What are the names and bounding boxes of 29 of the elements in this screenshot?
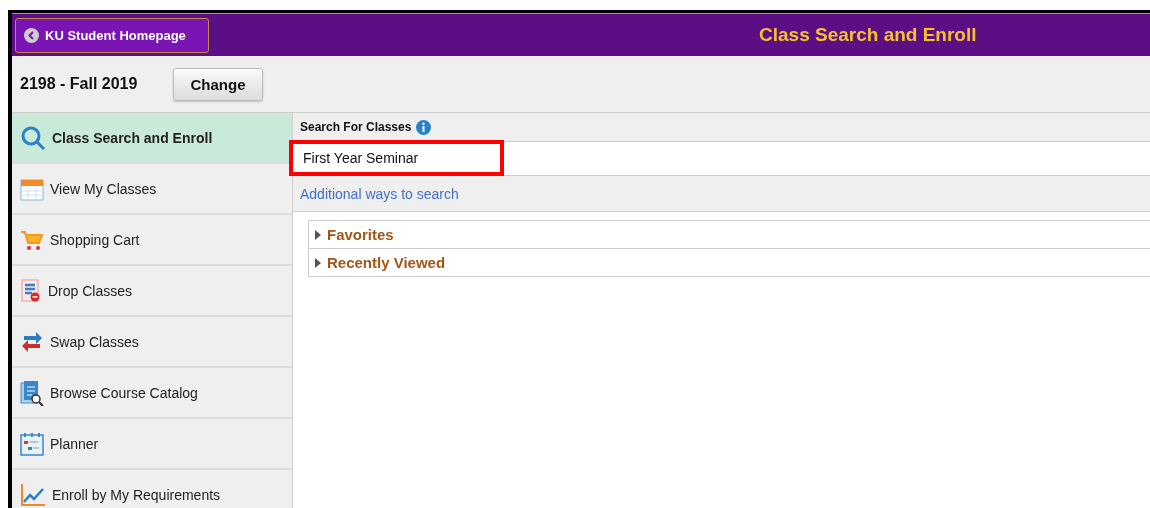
swap-icon	[20, 329, 44, 354]
drop-icon	[20, 278, 42, 303]
cart-icon	[20, 228, 44, 251]
back-button[interactable]: KU Student Homepage	[15, 17, 209, 53]
search-field[interactable]: First Year Seminar	[289, 140, 504, 176]
sidebar-item[interactable]: Class Search and Enroll	[12, 113, 292, 164]
sidebar-item-label: Enroll by My Requirements	[52, 486, 221, 503]
sidebar-item-label: Class Search and Enroll	[52, 129, 213, 146]
sidebar-item-label: Browse Course Catalog	[50, 384, 198, 401]
sidebar-item-label: Planner	[50, 435, 99, 452]
sidebar-item-label: View My Classes	[50, 180, 157, 197]
additional-search-link[interactable]: Additional ways to search	[300, 185, 459, 202]
catalog-icon	[20, 379, 44, 406]
sidebar-item-label: Shopping Cart	[50, 231, 140, 248]
collapsible-section[interactable]: Recently Viewed	[309, 248, 1150, 276]
chart-icon	[20, 482, 46, 507]
search-icon	[20, 124, 46, 151]
page-title: Class Search and Enroll	[759, 24, 977, 46]
collapsible-section[interactable]: Favorites	[309, 221, 1150, 248]
section-label: Recently Viewed	[327, 254, 446, 271]
info-icon[interactable]	[416, 119, 432, 135]
section-heading: Search For Classes	[300, 120, 412, 134]
section-label: Favorites	[327, 226, 394, 243]
calendar-icon	[20, 176, 44, 201]
change-button[interactable]: Change	[173, 67, 263, 101]
sidebar-item-label: Drop Classes	[48, 282, 133, 299]
term-label: 2198 - Fall 2019	[20, 75, 139, 93]
planner-icon	[20, 431, 44, 456]
sidebar-item-label: Swap Classes	[50, 333, 139, 350]
